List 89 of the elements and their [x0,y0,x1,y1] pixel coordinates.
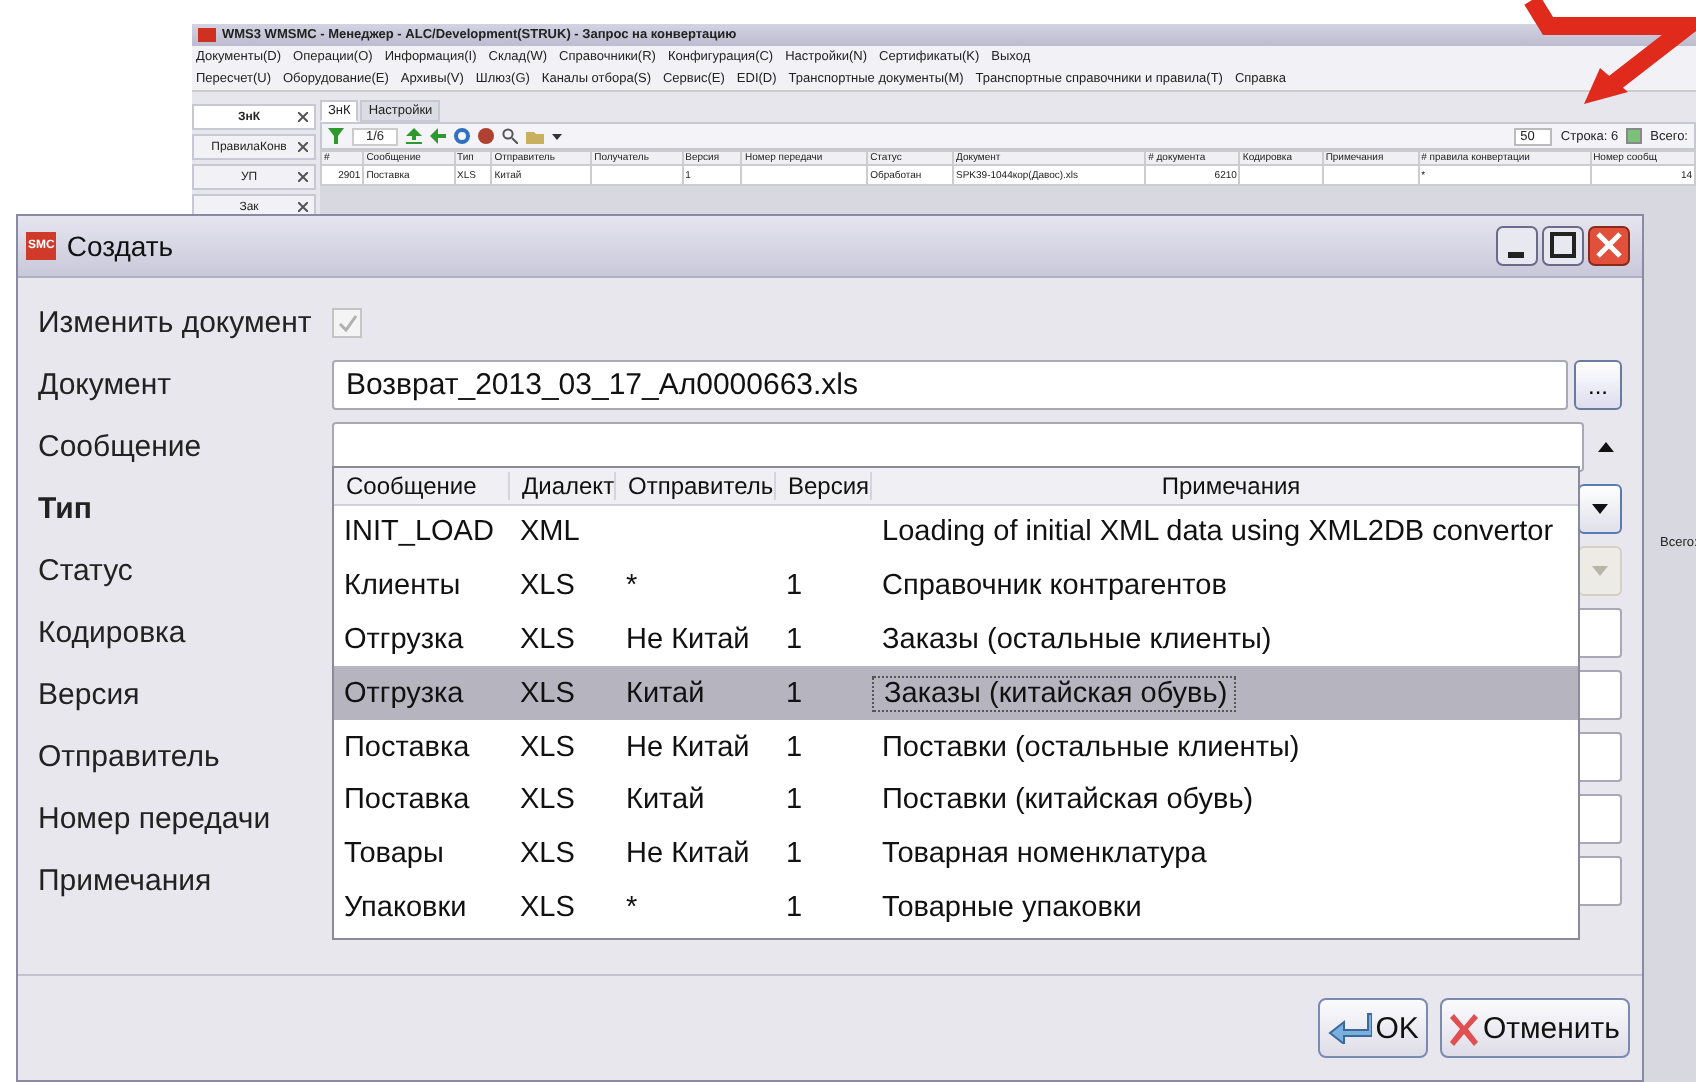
arrow-icon[interactable] [430,128,447,144]
list-cell-text: * [624,570,640,603]
list-cell-text: Не Китай [624,731,752,764]
dropdown-button[interactable] [1578,484,1622,534]
list-cell-text: Товарные упаковки [880,891,1144,924]
list-cell-text: XLS [518,891,577,924]
list-cell-text: Китай [624,784,707,817]
list-cell-text: 1 [784,623,805,656]
list-cell-text: Отгрузка [342,623,466,656]
list-row[interactable]: Отгрузка XLS Китай 1 Заказы (китайская обувь) [334,666,1578,721]
list-cell-text: XLS [518,731,577,764]
list-cell-text: 1 [784,838,805,871]
list-cell-text: 1 [784,731,805,764]
list-cell-text: Товарная номенклатура [880,838,1209,871]
list-cell-text: Поставки (остальные клиенты) [880,731,1302,764]
list-cell-text: Не Китай [624,838,752,871]
list-cell-text: Клиенты [342,570,463,603]
return-arrow-icon [1327,1012,1372,1044]
list-cell-text: Не Китай [624,623,752,656]
list-row[interactable]: INIT_LOAD XML Loading of initial XML data using XML2DB convertor [334,506,1578,560]
list-cell-text: XLS [518,570,577,603]
list-row[interactable]: Отгрузка XLS Не Китай 1 Заказы (остальные клиенты) [334,613,1578,667]
field-label: Статус [38,554,135,588]
field-label: Номер передачи [38,802,273,836]
close-icon[interactable] [298,112,308,122]
field-label: Кодировка [38,616,188,650]
column-header[interactable]: Сообщение [334,472,510,500]
list-cell-text: Упаковки [342,891,469,924]
close-icon[interactable] [298,202,308,212]
file-path-field[interactable]: Возврат_2013_03_17_Ал0000663.xls [332,360,1568,410]
field-label: Сообщение [38,430,204,464]
refresh-icon[interactable] [454,128,471,144]
list-cell-text: Справочник контрагентов [880,570,1229,603]
stop-icon[interactable] [478,128,495,144]
list-cell-text: 1 [784,784,805,817]
minimize-button[interactable] [1496,226,1538,266]
checkmark-icon [337,314,357,332]
list-cell-text: Loading of initial XML data using XML2DB convertor [880,516,1556,549]
list-row[interactable]: Поставка XLS Не Китай 1 Поставки (остальные клиенты) [334,720,1578,774]
list-cell-text: Китай [624,677,707,710]
column-header[interactable]: Версия [776,472,872,500]
list-cell-text: XML [518,516,582,549]
browse-button[interactable]: ... [1574,360,1622,410]
close-icon[interactable] [298,142,308,152]
field-label: Примечания [38,864,214,898]
caret-icon [1592,566,1608,576]
field-label: Отправитель [38,740,222,774]
field-label: Версия [38,678,142,712]
window-title: Создать [66,230,174,262]
list-cell-text: XLS [518,677,577,710]
list-row[interactable]: Упаковки XLS * 1 Товарные упаковки [334,881,1578,935]
upload-icon[interactable] [406,128,423,144]
list-cell-text: Товары [342,838,446,871]
ok-button[interactable]: OK [1317,998,1429,1058]
checkbox[interactable] [1626,128,1643,144]
list-row[interactable]: Клиенты XLS * 1 Справочник контрагентов [334,559,1578,614]
close-button[interactable] [1588,226,1630,266]
list-cell-text: INIT_LOAD [342,516,496,549]
caret-icon[interactable] [552,133,563,139]
list-row[interactable]: Поставка XLS Китай 1 Поставки (китайская обувь) [334,773,1578,828]
column-header[interactable]: Диалект [510,472,616,500]
cross-icon [1450,1011,1479,1045]
cancel-button[interactable]: Отменить [1440,998,1630,1058]
list-cell-text: Отгрузка [342,677,466,710]
list-cell-text: XLS [518,623,577,656]
list-cell-text: Поставка [342,784,472,817]
list-cell-text: Поставка [342,731,472,764]
app-icon [198,28,216,42]
column-header[interactable]: Отправитель [616,472,776,500]
search-icon[interactable] [502,128,519,144]
column-header[interactable]: Примечания [872,472,1578,500]
list-cell-text: 1 [784,891,805,924]
list-row[interactable]: Товары XLS Не Китай 1 Товарная номенклатура [334,827,1578,882]
list-cell-text: Поставки (китайская обувь) [880,784,1256,817]
list-cell-text: Заказы (остальные клиенты) [880,623,1274,656]
list-cell-text: XLS [518,784,577,817]
close-icon[interactable] [298,172,308,182]
list-cell-text: 1 [784,677,805,710]
field-label: Изменить документ [38,306,314,340]
filter-icon[interactable] [328,128,344,144]
caret-icon [1592,504,1608,514]
list-cell-text: 1 [784,570,805,603]
list-cell: Заказы (китайская обувь) [872,675,1236,712]
maximize-button[interactable] [1542,226,1584,266]
list-cell-text: * [624,891,640,924]
field-label: Тип [38,492,94,526]
list-cell-text: XLS [518,838,577,871]
collapse-icon[interactable] [1598,442,1614,452]
field-label: Документ [38,368,174,402]
